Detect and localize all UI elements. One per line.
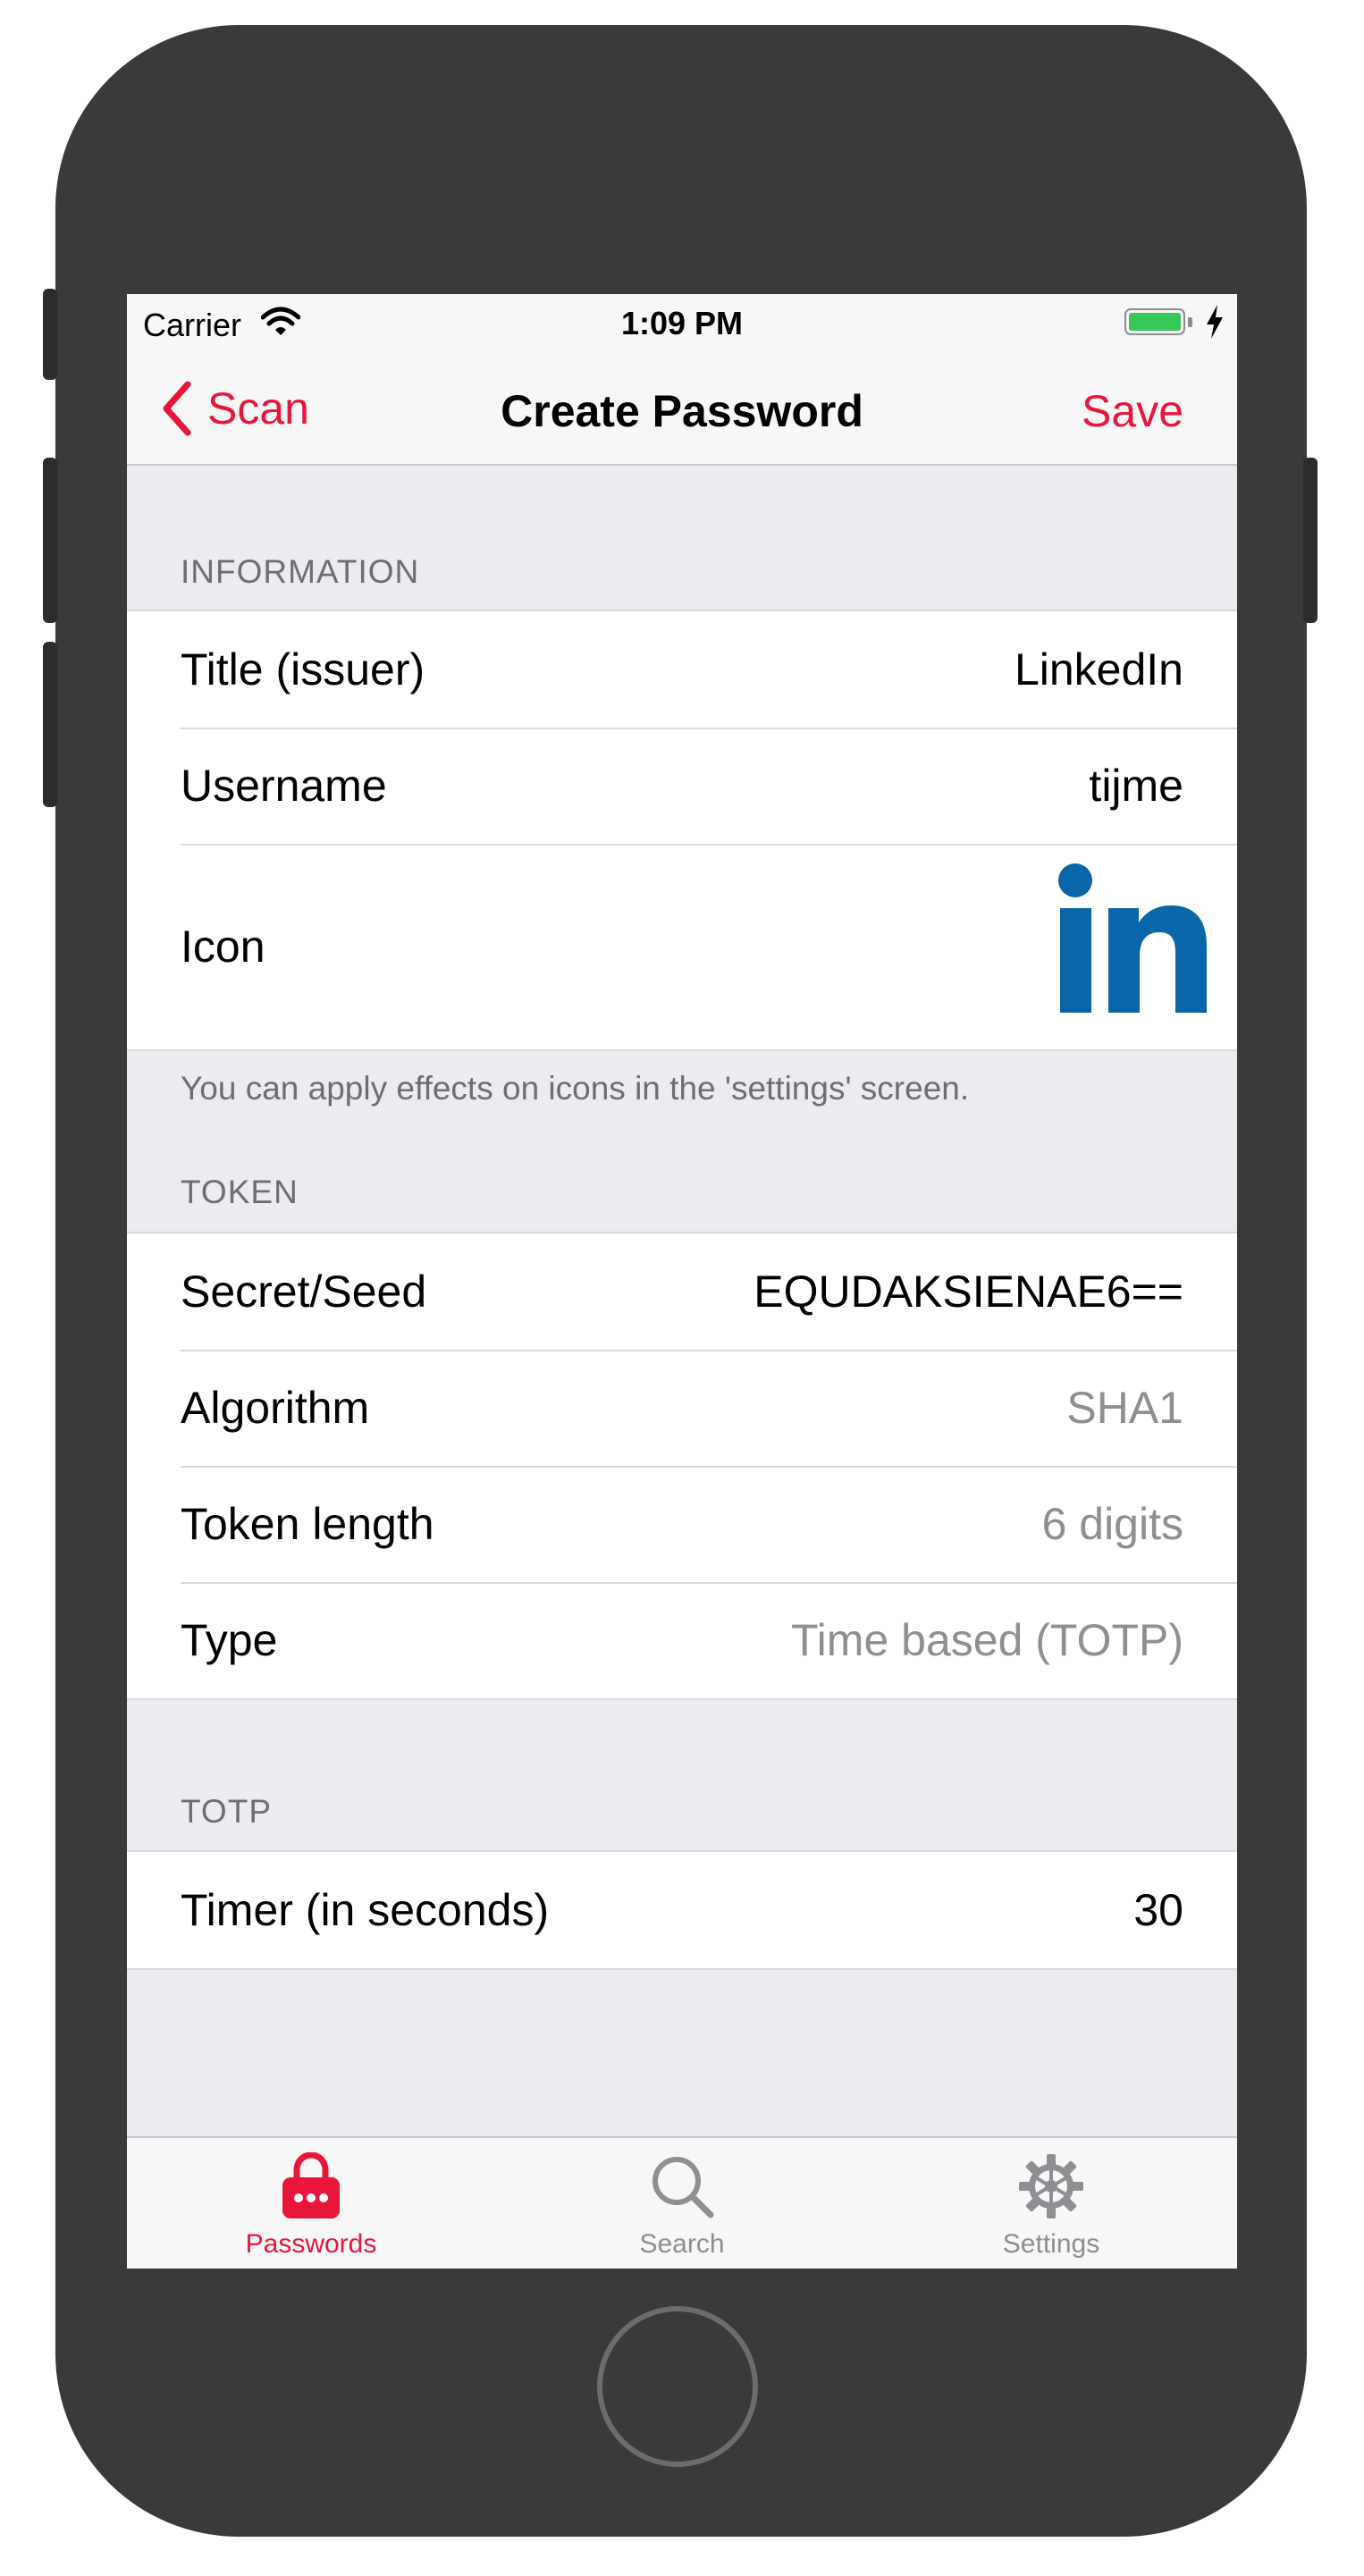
tab-settings-label: Settings	[1002, 2229, 1100, 2259]
battery-cap	[1188, 317, 1192, 327]
lock-icon	[282, 2152, 340, 2218]
home-button[interactable]	[597, 2306, 758, 2467]
username-row[interactable]: Username tijme	[127, 728, 1237, 844]
app-screen: Carrier 1:09 PM Scan Create Password Sav…	[127, 294, 1237, 2269]
username-label: Username	[181, 761, 387, 811]
type-row[interactable]: Type Time based (TOTP)	[127, 1582, 1237, 1698]
token-length-row[interactable]: Token length 6 digits	[127, 1466, 1237, 1582]
back-button[interactable]: Scan	[159, 380, 309, 437]
timer-label: Timer (in seconds)	[181, 1885, 550, 1935]
volume-down-button	[43, 642, 57, 807]
battery-icon	[1124, 308, 1185, 335]
save-button[interactable]: Save	[1082, 385, 1183, 437]
username-value[interactable]: tijme	[1089, 728, 1183, 844]
title-value[interactable]: LinkedIn	[1015, 611, 1183, 728]
algorithm-value: SHA1	[1066, 1383, 1183, 1433]
token-section-header: TOKEN	[181, 1174, 299, 1210]
totp-group: Timer (in seconds) 30	[127, 1850, 1237, 1970]
power-button	[1303, 458, 1318, 623]
status-time: 1:09 PM	[620, 305, 744, 341]
icon-row[interactable]: Icon in	[127, 844, 1237, 1049]
type-value: Time based (TOTP)	[791, 1615, 1183, 1665]
tab-passwords[interactable]: Passwords	[177, 2138, 445, 2269]
tab-search[interactable]: Search	[548, 2138, 816, 2269]
chevron-left-icon	[163, 381, 191, 436]
secret-label: Secret/Seed	[181, 1267, 427, 1317]
totp-section-header: TOTP	[181, 1793, 272, 1830]
token-length-value: 6 digits	[1041, 1499, 1183, 1549]
information-footer: You can apply effects on icons in the 's…	[181, 1070, 970, 1107]
volume-up-button	[43, 458, 57, 623]
information-section-header: INFORMATION	[181, 553, 420, 590]
tab-passwords-label: Passwords	[245, 2229, 377, 2259]
status-bar: Carrier 1:09 PM	[127, 294, 1237, 349]
charging-bolt-icon	[1207, 305, 1223, 339]
gear-icon	[1019, 2154, 1083, 2218]
token-length-label: Token length	[181, 1499, 434, 1549]
linkedin-icon-text: in	[1058, 863, 1059, 864]
token-group: Secret/Seed EQUDAKSIENAE6== Algorithm SH…	[127, 1232, 1237, 1700]
information-group: Title (issuer) LinkedIn Username tijme I…	[127, 610, 1237, 1051]
type-label: Type	[181, 1615, 278, 1665]
timer-value[interactable]: 30	[1133, 1852, 1183, 1968]
tab-bar: Passwords Search Settings	[127, 2136, 1237, 2269]
tab-search-label: Search	[639, 2229, 725, 2259]
back-label: Scan	[207, 383, 309, 434]
navigation-bar: Scan Create Password Save	[127, 349, 1237, 466]
title-label: Title (issuer)	[181, 644, 425, 695]
secret-value[interactable]: EQUDAKSIENAE6==	[754, 1233, 1183, 1350]
search-icon	[653, 2157, 714, 2218]
silent-switch	[43, 289, 57, 380]
algorithm-row[interactable]: Algorithm SHA1	[127, 1350, 1237, 1466]
timer-row[interactable]: Timer (in seconds) 30	[127, 1852, 1237, 1968]
title-row[interactable]: Title (issuer) LinkedIn	[127, 611, 1237, 728]
tab-settings[interactable]: Settings	[917, 2138, 1185, 2269]
linkedin-icon[interactable]: in	[1058, 863, 1207, 1014]
icon-label: Icon	[181, 922, 265, 972]
secret-row[interactable]: Secret/Seed EQUDAKSIENAE6==	[127, 1233, 1237, 1350]
algorithm-label: Algorithm	[181, 1383, 370, 1433]
